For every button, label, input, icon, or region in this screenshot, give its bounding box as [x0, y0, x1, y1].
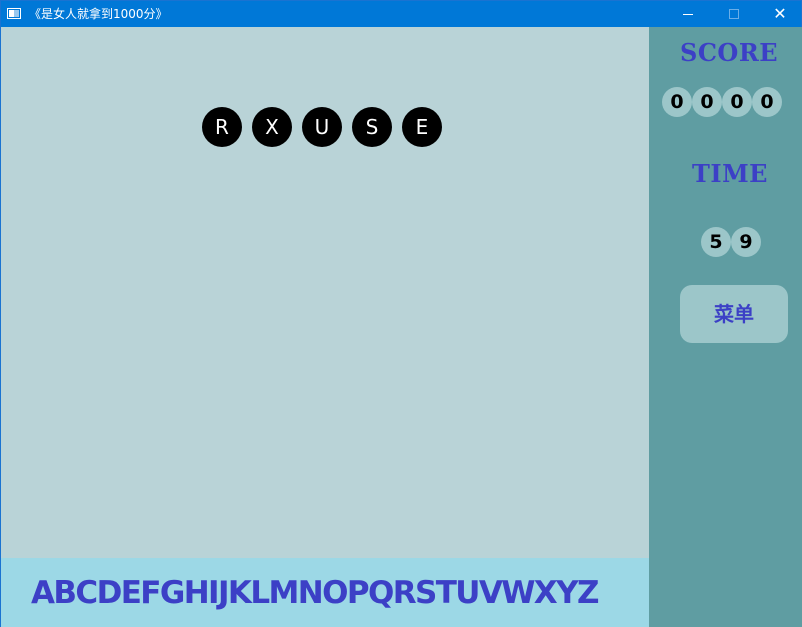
minimize-icon [683, 13, 693, 15]
maximize-icon [729, 9, 739, 19]
falling-letter: E [402, 107, 442, 147]
side-panel: SCORE 0 0 0 0 TIME 5 9 菜单 [649, 27, 802, 627]
score-digit: 0 [692, 87, 722, 117]
score-digit: 0 [752, 87, 782, 117]
falling-letter: R [202, 107, 242, 147]
score-digit: 0 [662, 87, 692, 117]
close-button[interactable]: ✕ [757, 1, 802, 27]
app-icon [7, 8, 21, 19]
maximize-button[interactable] [711, 1, 757, 27]
time-digit: 5 [701, 227, 731, 257]
play-area: R X U S E [1, 27, 649, 558]
close-icon: ✕ [773, 4, 787, 23]
falling-letter: S [352, 107, 392, 147]
score-digit: 0 [722, 87, 752, 117]
falling-letter: U [302, 107, 342, 147]
score-label: SCORE [680, 38, 779, 67]
minimize-button[interactable] [665, 1, 711, 27]
alphabet-strip: ABCDEFGHIJKLMNOPQRSTUVWXYZ [31, 575, 599, 611]
time-digit: 9 [731, 227, 761, 257]
game-window: 《是女人就拿到1000分》 ✕ R X U S E ABCDEFGHIJKLMN… [0, 0, 802, 627]
title-bar[interactable]: 《是女人就拿到1000分》 ✕ [1, 1, 801, 27]
falling-letter: X [252, 107, 292, 147]
time-label: TIME [692, 159, 768, 188]
window-title: 《是女人就拿到1000分》 [29, 7, 168, 21]
alphabet-bar: ABCDEFGHIJKLMNOPQRSTUVWXYZ [1, 558, 649, 627]
menu-button[interactable]: 菜单 [680, 285, 788, 343]
